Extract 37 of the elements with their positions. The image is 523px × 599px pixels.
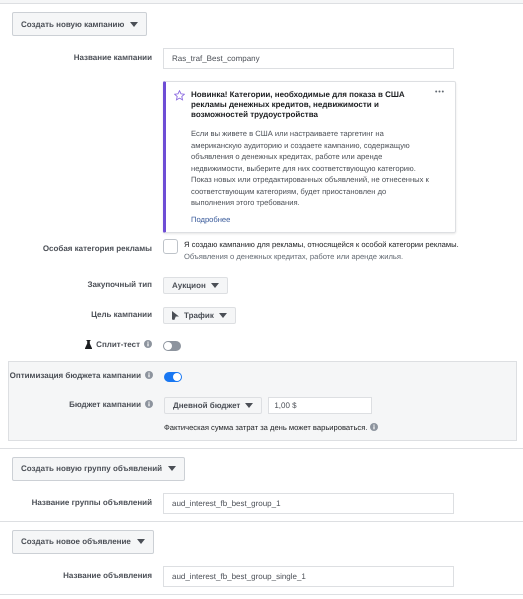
caret-icon: [245, 402, 254, 408]
info-icon: [145, 400, 153, 408]
create-ad-button[interactable]: Создать новое объявление: [12, 530, 154, 554]
field-label: Бюджет кампании: [69, 400, 141, 408]
name-field[interactable]: aud_interest_fb_best_group_single_1: [163, 566, 454, 586]
field-label: Название группы объявлений: [32, 498, 152, 506]
budget-type-dropdown[interactable]: Дневной бюджет: [164, 396, 262, 414]
info-icon: [144, 340, 152, 348]
field-label: Закупочный тип: [87, 280, 152, 288]
caret-icon: [210, 282, 219, 288]
caret-icon: [218, 312, 227, 318]
star-icon: [174, 90, 185, 101]
caret-icon: [168, 466, 176, 471]
field-label: Сплит-тест: [96, 340, 140, 348]
budget-field[interactable]: 1,00 $: [268, 396, 372, 414]
cursor-icon: [172, 310, 179, 320]
checkbox[interactable]: [163, 238, 178, 254]
objective-dropdown[interactable]: Трафик: [163, 306, 236, 324]
info-icon: [370, 423, 378, 431]
more-icon[interactable]: [435, 90, 444, 93]
name-field[interactable]: aud_interest_fb_best_group_1: [163, 492, 454, 514]
info-icon: [145, 371, 153, 379]
flask-icon: [85, 340, 92, 348]
caret-icon: [130, 22, 138, 26]
create-ad-set-button[interactable]: Создать новую группу объявлений: [12, 456, 186, 480]
field-label: Название кампании: [74, 53, 152, 62]
create-campaign-button[interactable]: Создать новую кампанию: [12, 12, 148, 36]
notice-title: Новинка! Категории, необходимые для показа в США рекламы денежных кредитов, недвижимости и возможностей трудоустройства: [191, 90, 406, 120]
caret-icon: [136, 539, 145, 544]
field-label: Оптимизация бюджета кампании: [10, 370, 141, 380]
budget-optimization-toggle[interactable]: [164, 372, 182, 382]
field-label: Особая категория рекламы: [42, 244, 152, 252]
buying-type-dropdown[interactable]: Аукцион: [163, 276, 228, 294]
split-test-toggle[interactable]: [163, 340, 181, 350]
name-field[interactable]: Ras_traf_Best_company: [163, 48, 454, 69]
field-label: Название объявления: [63, 570, 152, 580]
field-label: Цель кампании: [91, 310, 152, 318]
